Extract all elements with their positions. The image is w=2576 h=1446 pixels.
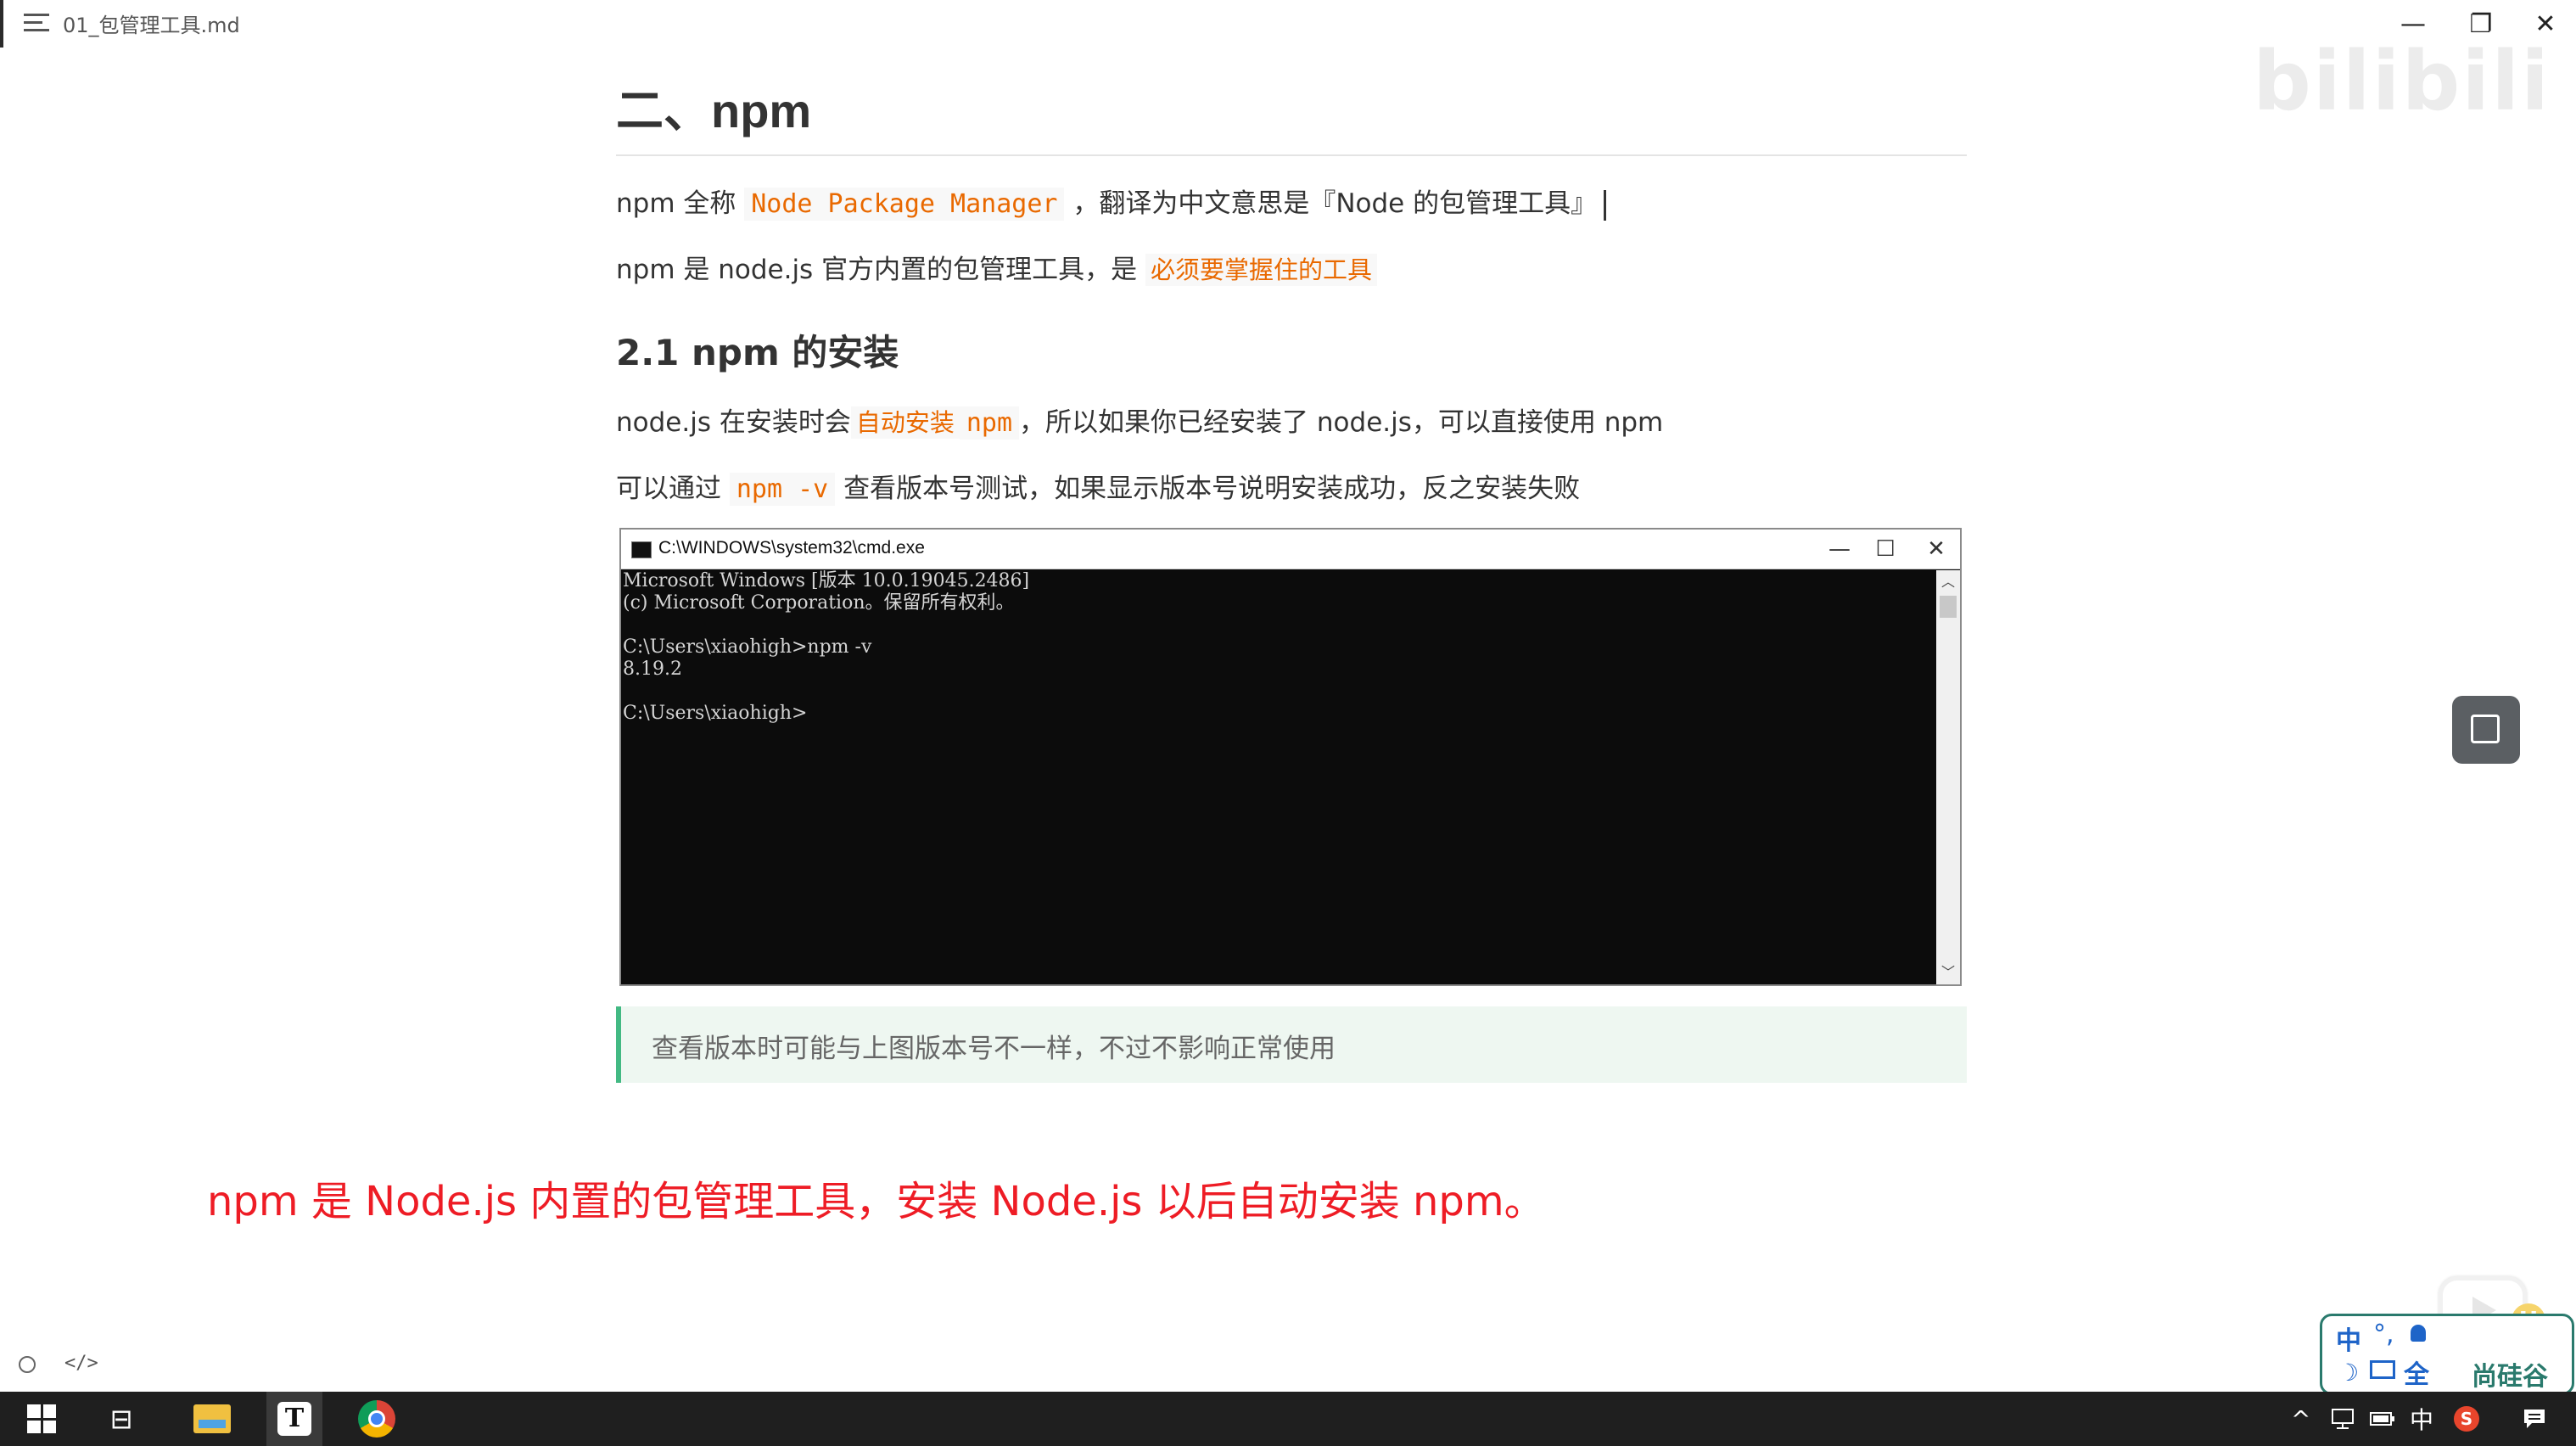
tip-text: 查看版本时可能与上图版本号不一样，不过不影响正常使用	[652, 1034, 1336, 1064]
file-explorer-button[interactable]	[187, 1392, 238, 1446]
typora-button[interactable]: T	[266, 1392, 322, 1446]
tip-blockquote: 查看版本时可能与上图版本号不一样，不过不影响正常使用	[616, 1006, 1967, 1083]
ime-chinese-mode[interactable]: 中	[2336, 1320, 2361, 1357]
task-view-button[interactable]: ⊟	[100, 1392, 143, 1446]
windows-taskbar: ⊟ T ^ 中 S	[0, 1392, 2576, 1446]
heading-divider	[616, 154, 1967, 156]
paragraph-text: npm 全称	[616, 188, 736, 219]
scroll-up-icon: ︿	[1940, 574, 1955, 590]
ime-user-icon[interactable]	[2411, 1325, 2426, 1342]
text-cursor	[1604, 189, 1607, 221]
brand-logo-text: 尚硅谷	[2472, 1362, 2548, 1392]
sidebar-toggle-icon[interactable]	[19, 1356, 36, 1373]
cmd-line: (c) Microsoft Corporation。保留所有权利。	[623, 592, 1015, 614]
cmd-close-icon: ✕	[1927, 536, 1946, 562]
inline-code: npm -v	[729, 473, 836, 506]
paragraph-npm-builtin: npm 是 node.js 官方内置的包管理工具，是 必须要掌握住的工具	[616, 248, 1377, 286]
folder-icon	[193, 1404, 231, 1433]
paragraph-version-check: 可以通过 npm -v 查看版本号测试，如果显示版本号说明安装成功，反之安装失败	[616, 467, 1581, 506]
cmd-title-bar: C:\WINDOWS\system32\cmd.exe — ☐ ✕	[621, 530, 1960, 569]
ime-toolbar[interactable]: 中 °, ☽ 全 尚硅谷	[2320, 1314, 2574, 1395]
ime-keyboard-icon[interactable]	[2370, 1360, 2395, 1379]
inline-code: Node Package Manager	[744, 188, 1065, 221]
cmd-line	[623, 681, 1936, 703]
highlight-text: 必须要掌握住的工具	[1145, 254, 1377, 286]
paragraph-text: 查看版本号测试，如果显示版本号说明安装成功，反之安装失败	[843, 474, 1581, 504]
windows-logo-icon	[27, 1404, 56, 1433]
paragraph-text: 可以通过	[616, 474, 721, 504]
typora-icon: T	[277, 1402, 311, 1436]
battery-icon[interactable]	[2369, 1392, 2396, 1446]
paragraph-text: ，翻译为中文意思是『Node 的包管理工具』	[1072, 188, 1598, 219]
section-heading: 二、npm	[616, 84, 812, 137]
cmd-output: Microsoft Windows [版本 10.0.19045.2486] (…	[621, 570, 1936, 984]
paragraph-text: node.js 在安装时会	[616, 407, 851, 438]
action-center-icon[interactable]	[2522, 1392, 2547, 1446]
scroll-thumb	[1940, 596, 1957, 618]
chrome-button[interactable]	[351, 1392, 402, 1446]
sogou-ime-icon[interactable]: S	[2454, 1392, 2479, 1446]
ime-moon-icon[interactable]: ☽	[2338, 1359, 2359, 1387]
cmd-line	[623, 614, 1936, 636]
paragraph-npm-fullname: npm 全称 Node Package Manager ，翻译为中文意思是『No…	[616, 182, 1607, 221]
float-window-button[interactable]	[2452, 696, 2520, 764]
cmd-line: Microsoft Windows [版本 10.0.19045.2486]	[623, 570, 1030, 591]
cmd-icon	[631, 541, 652, 558]
video-caption: npm 是 Node.js 内置的包管理工具，安装 Node.js 以后自动安装…	[207, 1178, 1545, 1225]
title-bar: 01_包管理工具.md — ❐ ✕	[0, 0, 2576, 48]
paragraph-auto-install: node.js 在安装时会 自动安装 npm ，所以如果你已经安装了 node.js，…	[616, 401, 1664, 440]
outline-menu-icon[interactable]	[24, 12, 53, 34]
input-language-indicator[interactable]: 中	[2410, 1392, 2433, 1446]
start-button[interactable]	[20, 1392, 63, 1446]
cmd-line: C:\Users\xiaohigh>	[623, 703, 808, 724]
inline-code: npm	[959, 406, 1020, 440]
cmd-title: C:\WINDOWS\system32\cmd.exe	[658, 538, 925, 558]
network-icon[interactable]	[2330, 1392, 2357, 1446]
subsection-heading: 2.1 npm 的安装	[616, 332, 899, 373]
document-title: 01_包管理工具.md	[63, 14, 240, 37]
cmd-scrollbar: ︿ ﹀	[1936, 570, 1960, 984]
picture-in-picture-icon	[2471, 715, 2500, 743]
paragraph-text: ，所以如果你已经安装了 node.js，可以直接使用 npm	[1019, 407, 1664, 438]
ime-fullwidth[interactable]: 全	[2404, 1354, 2429, 1391]
cmd-maximize-icon: ☐	[1875, 536, 1896, 562]
ime-punctuation[interactable]: °,	[2373, 1320, 2394, 1349]
paragraph-text: npm 是 node.js 官方内置的包管理工具，是	[616, 255, 1138, 285]
cmd-line: 8.19.2	[623, 659, 682, 680]
cmd-window-image: C:\WINDOWS\system32\cmd.exe — ☐ ✕ Micros…	[619, 528, 1962, 986]
chrome-icon	[358, 1400, 395, 1438]
cmd-minimize-icon: —	[1828, 536, 1851, 562]
tray-overflow-button[interactable]: ^	[2291, 1392, 2310, 1446]
cmd-line: C:\Users\xiaohigh>npm -v	[623, 636, 872, 658]
source-code-toggle[interactable]: </>	[64, 1353, 98, 1374]
bilibili-watermark: bilibili	[2253, 34, 2551, 129]
highlight-text: 自动安装	[850, 406, 960, 439]
scroll-down-icon: ﹀	[1940, 964, 1955, 980]
